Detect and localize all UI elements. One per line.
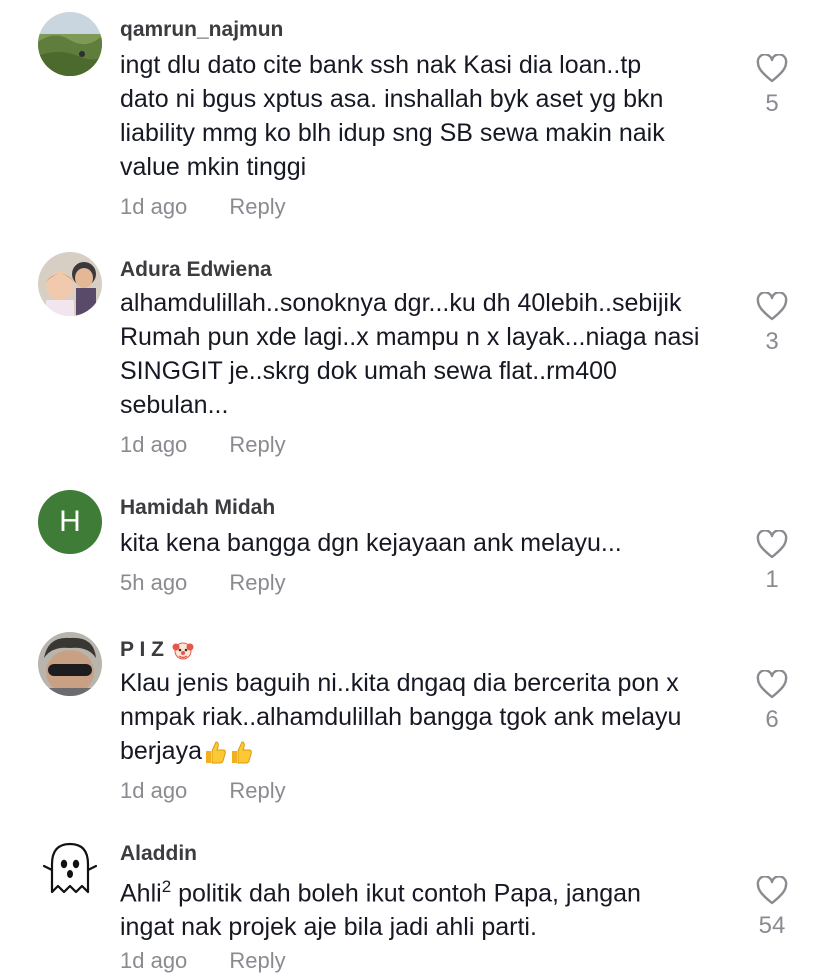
reply-button[interactable]: Reply (229, 778, 285, 803)
timestamp: 1d ago (120, 948, 188, 973)
avatar[interactable] (38, 252, 102, 316)
username[interactable]: P I Z (120, 638, 194, 662)
comment-meta: 1d ago Reply (120, 778, 286, 804)
avatar-letter: H (59, 505, 81, 538)
timestamp: 1d ago (120, 194, 188, 219)
reply-button[interactable]: Reply (229, 194, 285, 219)
username[interactable]: Adura Edwiena (120, 258, 272, 282)
heart-icon[interactable] (756, 670, 788, 700)
heart-icon[interactable] (756, 530, 788, 560)
avatar[interactable] (38, 12, 102, 76)
comment-meta: 1d ago Reply (120, 194, 286, 220)
like-count: 1 (765, 566, 779, 593)
heart-icon[interactable] (756, 292, 788, 322)
username[interactable]: Aladdin (120, 842, 197, 866)
reply-button[interactable]: Reply (229, 432, 285, 457)
avatar[interactable] (38, 632, 102, 696)
heart-icon[interactable] (756, 876, 788, 906)
comment-meta: 1d ago Reply (120, 432, 286, 458)
avatar[interactable]: H (38, 490, 102, 554)
comment-text: Klau jenis baguih ni..kita dngaq dia ber… (120, 669, 682, 765)
comment-meta: 1d ago Reply (120, 948, 286, 974)
thumbs-up-icon (206, 741, 226, 764)
comment-text: alhamdulillah..sonoknya dgr...ku dh 40le… (120, 289, 700, 419)
clown-face-icon (172, 642, 194, 660)
timestamp: 1d ago (120, 432, 188, 457)
timestamp: 1d ago (120, 778, 188, 803)
comment-text: ingt dlu dato cite bank ssh nak Kasi dia… (120, 51, 665, 181)
comment-meta: 5h ago Reply (120, 570, 286, 596)
like-count: 54 (758, 912, 786, 939)
avatar[interactable] (38, 836, 102, 900)
username[interactable]: Hamidah Midah (120, 496, 275, 520)
comment-text: kita kena bangga dgn kejayaan ank melayu… (120, 529, 622, 557)
thumbs-up-icon (232, 741, 252, 764)
reply-button[interactable]: Reply (229, 948, 285, 973)
like-count: 6 (765, 706, 779, 733)
like-count: 3 (765, 328, 779, 355)
username[interactable]: qamrun_najmun (120, 18, 283, 42)
timestamp: 5h ago (120, 570, 188, 595)
like-count: 5 (765, 90, 779, 117)
ghost-icon (38, 836, 102, 900)
heart-icon[interactable] (756, 54, 788, 84)
comment-text: Ahli2 politik dah boleh ikut contoh Papa… (120, 877, 641, 942)
reply-button[interactable]: Reply (229, 570, 285, 595)
